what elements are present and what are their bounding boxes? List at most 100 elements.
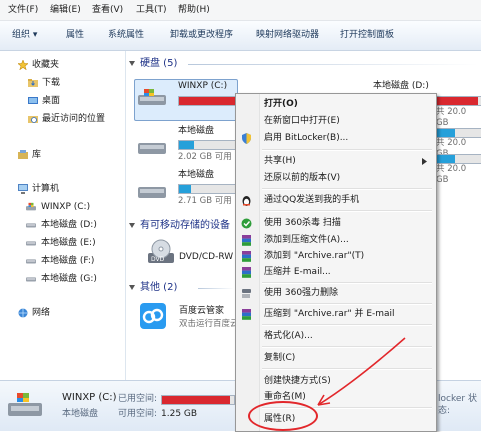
baidu-cloud-icon [140,303,166,329]
menu-bar: 文件(F) 编辑(E) 查看(V) 工具(T) 帮助(H) [0,0,481,21]
drive-row3-usage-bar [436,154,481,164]
dvd-drive-name[interactable]: DVD/CD-RW [179,251,233,263]
drive-d-usage-fill [437,97,478,105]
details-usage-fill [162,396,231,404]
hard-drive-icon [26,277,36,282]
desktop-icon [28,97,38,104]
menu-item-format[interactable]: 格式化(A)... [264,329,313,343]
uninstall-program-button[interactable]: 卸载或更改程序 [170,29,233,42]
drive-e-usage-fill [179,141,194,149]
menu-item-open[interactable]: 打开(O) [264,97,298,111]
antivirus-360-icon [241,218,252,229]
menu-item-360-force-delete[interactable]: 使用 360强力删除 [264,286,338,300]
collapse-triangle-icon[interactable] [129,61,135,67]
group-removable-storage[interactable]: 有可移动存储的设备 [140,219,230,233]
hard-drive-icon [26,223,36,228]
details-free-value: 1.25 GB [161,409,198,419]
drive-e-name: 本地磁盘 [178,126,215,136]
nav-drive-f[interactable]: 本地磁盘 (F:) [0,253,124,269]
network-icon [18,308,28,318]
hard-drive-icon [138,143,166,154]
menu-item-open-new-window[interactable]: 在新窗口中打开(E) [264,114,340,128]
hard-drive-icon [26,241,36,246]
menu-item-share[interactable]: 共享(H) [264,154,296,168]
menu-item-add-archive[interactable]: 添加到压缩文件(A)... [264,233,349,247]
drive-d-name: 本地磁盘 (D:) [373,81,429,91]
menu-item-compress-rar-email[interactable]: 压缩到 "Archive.rar" 并 E-mail [264,307,395,321]
hard-drive-icon [26,259,36,264]
submenu-arrow-icon [422,158,427,165]
winrar-icon [242,251,251,262]
menu-edit[interactable]: 编辑(E) [50,4,81,16]
drive-c-usage-bar [178,96,240,106]
drive-d-usage-bar [436,96,481,106]
svg-text:DVD: DVD [151,256,165,263]
drive-f-usage-bar [178,184,240,194]
details-drive-name: WINXP (C:) [62,392,117,403]
drive-info-row2: 共 20.0 GB [436,138,467,159]
group-other[interactable]: 其他 (2) [140,281,177,295]
group-divider [198,288,234,289]
menu-item-bitlocker[interactable]: 启用 BitLocker(B)... [264,131,348,145]
drive-info-row3: 共 20.0 GB [436,164,467,185]
group-divider [188,64,478,65]
drive-f-info: 2.71 GB 可用 [178,196,232,206]
menu-item-360-scan[interactable]: 使用 360杀毒 扫描 [264,216,341,230]
organize-button[interactable]: 组织 ▾ [12,29,37,42]
nav-drive-c[interactable]: WINXP (C:) [0,199,124,215]
menu-item-compress-email[interactable]: 压缩并 E-mail... [264,265,331,279]
drive-f-usage-fill [179,185,191,193]
menu-file[interactable]: 文件(F) [8,4,38,16]
windows-drive-icon [138,89,166,105]
group-hard-drives[interactable]: 硬盘 (5) [140,57,177,71]
nav-favorites[interactable]: 收藏夹 [0,57,124,73]
menu-item-add-archive-rar[interactable]: 添加到 "Archive.rar"(T) [264,249,364,263]
menu-tools[interactable]: 工具(T) [136,4,167,16]
winrar-icon [242,267,251,278]
system-properties-button[interactable]: 系统属性 [108,29,144,42]
drive-d-info: 共 20.0 GB [436,107,467,128]
recent-places-icon [28,116,38,123]
nav-desktop[interactable]: 桌面 [0,93,124,109]
nav-recent-places[interactable]: 最近访问的位置 [0,111,124,127]
nav-network[interactable]: 网络 [0,305,124,321]
nav-computer[interactable]: 计算机 [0,181,124,197]
star-icon [18,60,28,70]
baidu-cloud-description: 双击运行百度云 [179,319,239,329]
shredder-icon [242,289,251,298]
drive-e-info: 2.02 GB 可用 [178,152,232,162]
nav-downloads[interactable]: 下载 [0,75,124,91]
nav-drive-d[interactable]: 本地磁盘 (D:) [0,217,124,233]
nav-drive-e[interactable]: 本地磁盘 (E:) [0,235,124,251]
menu-item-copy[interactable]: 复制(C) [264,351,295,365]
properties-button[interactable]: 属性 [66,29,84,42]
open-control-panel-button[interactable]: 打开控制面板 [340,29,394,42]
menu-item-restore-previous[interactable]: 还原以前的版本(V) [264,171,340,185]
details-bitlocker-status: locker 状态: [438,394,477,416]
details-usage-bar [161,395,235,405]
drive-f-name: 本地磁盘 [178,170,215,180]
navigation-pane: 收藏夹 下载 桌面 最近访问的位置 库 计算机 WINXP (C:) 本地磁盘 … [0,51,126,380]
collapse-triangle-icon[interactable] [129,285,135,291]
details-free-label: 可用空间: [118,409,158,419]
drive-e-usage-bar [178,140,240,150]
context-menu: 打开(O) 在新窗口中打开(E) 启用 BitLocker(B)... 共享(H… [235,93,437,432]
menu-item-qq-send[interactable]: 通过QQ发送到我的手机 [264,193,359,207]
qq-penguin-icon [242,196,251,206]
map-network-drive-button[interactable]: 映射网络驱动器 [256,29,319,42]
computer-icon [18,184,28,194]
menu-item-create-shortcut[interactable]: 创建快捷方式(S) [264,374,331,388]
drive-c-usage-fill [179,97,236,105]
winrar-icon [242,235,251,246]
command-bar: 组织 ▾ 属性 系统属性 卸载或更改程序 映射网络驱动器 打开控制面板 [0,21,481,51]
nav-drive-g[interactable]: 本地磁盘 (G:) [0,271,124,287]
hard-drive-icon [138,187,166,198]
winrar-icon [242,309,251,320]
menu-view[interactable]: 查看(V) [92,4,123,16]
nav-libraries[interactable]: 库 [0,147,124,163]
collapse-triangle-icon[interactable] [129,223,135,229]
download-folder-icon [28,79,38,87]
library-icon [18,150,28,159]
baidu-cloud-name[interactable]: 百度云管家 [179,305,224,317]
menu-help[interactable]: 帮助(H) [178,4,210,16]
